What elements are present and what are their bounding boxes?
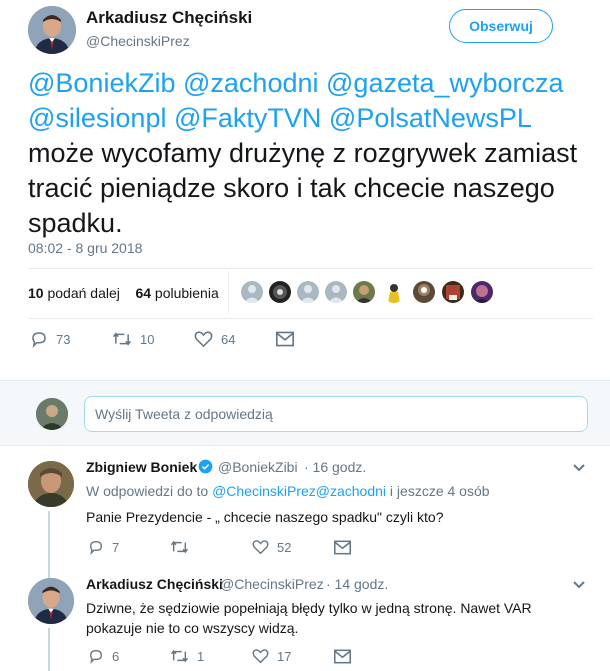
- like-count: 52: [277, 539, 292, 555]
- verified-badge-icon: [198, 459, 213, 474]
- retweet-action[interactable]: 1: [170, 648, 252, 664]
- direct-message-action[interactable]: [276, 331, 294, 347]
- direct-message-action[interactable]: [334, 649, 351, 664]
- retweet-action[interactable]: 10: [112, 330, 194, 348]
- mention-link[interactable]: @gazeta_wyborcza: [326, 68, 564, 98]
- main-tweet: Arkadiusz Chęciński @ChecinskiPrez Obser…: [0, 0, 610, 380]
- reply-count: 7: [112, 539, 120, 555]
- like-action[interactable]: 52: [252, 539, 334, 555]
- like-action[interactable]: 64: [194, 330, 276, 348]
- reply-count: 6: [112, 648, 120, 664]
- reply-icon: [89, 649, 103, 664]
- reply-text: Panie Prezydencie - „ chcecie naszego sp…: [86, 509, 444, 525]
- reply-author-avatar[interactable]: [28, 578, 74, 624]
- reply-actions: 6 1 17: [88, 648, 351, 664]
- direct-message-action[interactable]: [334, 540, 351, 555]
- tweet-actions: 73 10 64: [30, 330, 294, 348]
- liker-avatar[interactable]: [383, 281, 405, 303]
- reply-author-avatar[interactable]: [28, 461, 74, 507]
- reply-action[interactable]: 7: [88, 539, 170, 555]
- reply-context-suffix[interactable]: i jeszcze 4 osób: [390, 483, 490, 499]
- reply-time[interactable]: · 14 godz.: [326, 576, 388, 592]
- reply-actions: 7 52: [88, 539, 351, 555]
- mention-link[interactable]: @zachodni: [183, 68, 319, 98]
- author-handle[interactable]: @ChecinskiPrez: [86, 33, 190, 49]
- liker-avatar[interactable]: [353, 281, 375, 303]
- heart-icon: [252, 540, 269, 555]
- reply-author-handle[interactable]: @ChecinskiPrez: [220, 576, 324, 592]
- reply-author-name[interactable]: Zbigniew Boniek: [86, 459, 197, 475]
- thread-line: [48, 568, 50, 578]
- reply-action[interactable]: 73: [30, 330, 112, 348]
- reply-item[interactable]: Zbigniew Boniek @BoniekZibi · 16 godz. W…: [0, 447, 610, 569]
- retweet-icon: [170, 649, 189, 663]
- retweet-count: 1: [197, 648, 205, 664]
- likes-count[interactable]: 64: [135, 285, 151, 301]
- like-count: 64: [221, 331, 236, 347]
- reply-author-name[interactable]: Arkadiusz Chęciński: [86, 576, 223, 592]
- reply-icon: [89, 540, 103, 555]
- mention-link[interactable]: @BoniekZib: [28, 68, 175, 98]
- reply-text: Dziwne, że sędziowie popełniają błędy ty…: [86, 600, 532, 636]
- reply-count: 73: [56, 331, 71, 347]
- tweet-text: @BoniekZib @zachodni @gazeta_wyborcza @s…: [28, 66, 593, 241]
- tweet-stats: 10 podań dalej 64 polubienia: [28, 285, 219, 301]
- liker-avatar[interactable]: [325, 281, 347, 303]
- reply-context: W odpowiedzi do to @ChecinskiPrez@zachod…: [86, 483, 490, 499]
- liker-avatar[interactable]: [413, 281, 435, 303]
- liker-avatar[interactable]: [241, 281, 263, 303]
- tweet-body: może wycofamy drużynę z rozgrywek zamias…: [28, 138, 578, 238]
- mention-link[interactable]: @FaktyTVN: [174, 103, 321, 133]
- heart-icon: [194, 331, 213, 348]
- like-action[interactable]: 17: [252, 648, 334, 664]
- thread-line: [48, 511, 50, 569]
- retweet-count: 10: [140, 331, 155, 347]
- like-count: 17: [277, 648, 292, 664]
- liker-avatar[interactable]: [471, 281, 493, 303]
- author-avatar[interactable]: [28, 6, 76, 54]
- current-user-avatar[interactable]: [36, 398, 68, 430]
- direct-message-icon: [334, 540, 351, 554]
- divider: [28, 268, 593, 269]
- direct-message-icon: [276, 331, 294, 347]
- liker-avatar[interactable]: [442, 281, 464, 303]
- retweet-icon: [170, 540, 189, 554]
- liker-avatar[interactable]: [269, 281, 291, 303]
- divider: [28, 318, 593, 319]
- follow-button[interactable]: Obserwuj: [449, 9, 553, 43]
- likes-label[interactable]: polubienia: [155, 285, 219, 301]
- author-name[interactable]: Arkadiusz Chęciński: [86, 8, 252, 28]
- retweet-icon: [112, 332, 132, 346]
- chevron-down-icon[interactable]: [572, 463, 586, 473]
- reply-input[interactable]: Wyślij Tweeta z odpowiedzią: [84, 396, 588, 432]
- stats-separator: [228, 271, 229, 313]
- reply-author-handle[interactable]: @BoniekZibi: [218, 459, 298, 475]
- direct-message-icon: [334, 649, 351, 663]
- liker-avatar[interactable]: [297, 281, 319, 303]
- thread-line: [48, 628, 50, 671]
- reply-context-mentions[interactable]: @ChecinskiPrez@zachodni: [212, 483, 386, 499]
- tweet-timestamp[interactable]: 08:02 - 8 gru 2018: [28, 240, 142, 256]
- heart-icon: [252, 649, 269, 664]
- reply-time[interactable]: · 16 godz.: [304, 459, 366, 475]
- retweets-label[interactable]: podań dalej: [47, 285, 119, 301]
- reply-context-prefix: W odpowiedzi do to: [86, 483, 209, 499]
- reply-item[interactable]: Arkadiusz Chęciński @ChecinskiPrez · 14 …: [0, 568, 610, 671]
- mention-link[interactable]: @silesionpl: [28, 103, 166, 133]
- chevron-down-icon[interactable]: [572, 580, 586, 590]
- retweet-action[interactable]: [170, 539, 252, 555]
- mention-link[interactable]: @PolsatNewsPL: [329, 103, 532, 133]
- reply-action[interactable]: 6: [88, 648, 170, 664]
- reply-icon: [32, 332, 46, 348]
- retweets-count[interactable]: 10: [28, 285, 44, 301]
- reply-composer-bar: Wyślij Tweeta z odpowiedzią: [0, 380, 610, 446]
